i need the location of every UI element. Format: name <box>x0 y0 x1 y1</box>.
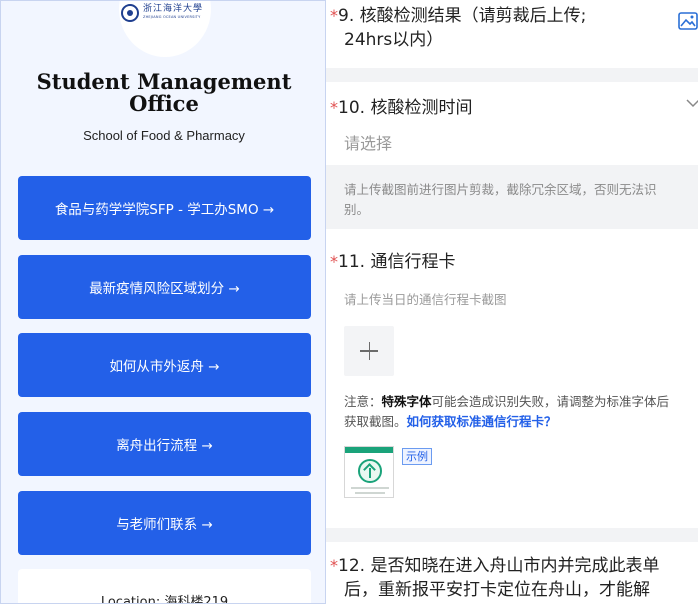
location-card: Location: 海科楼219 <box>18 569 311 604</box>
note-prefix: 注意： <box>344 394 382 409</box>
thumb-line <box>355 492 385 494</box>
section-gap <box>326 528 698 542</box>
risk-areas-button[interactable]: 最新疫情风险区域划分 → <box>18 255 311 319</box>
section-gap <box>326 68 698 82</box>
q9-line2: 24hrs以内） <box>344 30 444 50</box>
crop-hint-line2: 别。 <box>344 202 370 217</box>
title-line-1: Student Management <box>36 69 292 94</box>
note-mid: 可能会造成识别失败，请调整为标准字体后 <box>431 394 670 409</box>
logo-text: 浙江海洋大學 ZHEJIANG OCEAN UNIVERSITY <box>143 4 203 20</box>
question-12-title: *12. 是否知晓在进入舟山市内并完成此表单 后，重新报平安打卡定位在舟山，才能… <box>330 554 659 602</box>
date-select-placeholder[interactable]: 请选择 <box>344 130 392 154</box>
thumb-line <box>351 487 389 489</box>
crop-hint-line1: 请上传截图前进行图片剪裁，截除冗余区域，否则无法识 <box>344 182 657 197</box>
note-bold: 特殊字体 <box>381 394 432 409</box>
form-panel: *9. 核酸检测结果（请剪裁后上传; 24hrs以内） *10. 核酸检测时间 … <box>326 0 698 604</box>
font-note: 注意：特殊字体可能会造成识别失败，请调整为标准字体后 获取截图。如何获取标准通信… <box>344 392 698 432</box>
q12-line2: 后，重新报平安打卡定位在舟山，才能解 <box>344 580 650 600</box>
sfp-smo-button[interactable]: 食品与药学学院SFP - 学工办SMO → <box>18 176 311 240</box>
school-name: School of Food & Pharmacy <box>83 128 245 143</box>
return-to-zhoushan-button[interactable]: 如何从市外返舟 → <box>18 333 311 397</box>
page-title: Student Management Office <box>21 71 307 115</box>
sample-image-thumbnail[interactable] <box>344 446 394 498</box>
leave-zhoushan-process-button[interactable]: 离舟出行流程 → <box>18 412 311 476</box>
q12-line1: 12. 是否知晓在进入舟山市内并完成此表单 <box>338 556 660 576</box>
q11-description: 请上传当日的通信行程卡截图 <box>344 292 507 307</box>
left-panel: 浙江海洋大學 ZHEJIANG OCEAN UNIVERSITY Student… <box>0 0 326 604</box>
required-mark: * <box>330 252 338 271</box>
location-text: Location: 海科楼219 <box>100 595 229 604</box>
title-line-2: Office <box>129 91 199 116</box>
sample-tag[interactable]: 示例 <box>402 448 432 465</box>
question-11-title: *11. 通信行程卡 <box>330 250 455 274</box>
upload-button[interactable] <box>344 326 394 376</box>
required-mark: * <box>330 556 338 575</box>
required-mark: * <box>330 6 338 25</box>
thumb-header-bar <box>345 447 393 453</box>
chevron-down-icon[interactable] <box>686 98 698 108</box>
font-note-line2: 获取截图。如何获取标准通信行程卡？ <box>344 412 698 432</box>
question-9-title: *9. 核酸检测结果（请剪裁后上传; 24hrs以内） <box>330 4 586 52</box>
q11-title-text: 11. 通信行程卡 <box>338 252 456 272</box>
note-line2-start: 获取截图。 <box>344 414 407 429</box>
how-to-get-card-link[interactable]: 如何获取标准通信行程卡？ <box>407 414 557 429</box>
logo-cn: 浙江海洋大學 <box>143 4 204 14</box>
arrow-up-icon <box>358 459 382 483</box>
q9-line1: 9. 核酸检测结果（请剪裁后上传; <box>338 6 587 26</box>
university-seal-icon <box>121 4 139 22</box>
university-logo: 浙江海洋大學 ZHEJIANG OCEAN UNIVERSITY <box>121 4 211 32</box>
image-icon[interactable] <box>678 12 698 30</box>
required-mark: * <box>330 98 338 117</box>
question-10-title: *10. 核酸检测时间 <box>330 96 472 120</box>
logo-en: ZHEJIANG OCEAN UNIVERSITY <box>143 15 201 19</box>
font-note-line1: 注意：特殊字体可能会造成识别失败，请调整为标准字体后 <box>344 392 698 412</box>
q10-title-text: 10. 核酸检测时间 <box>338 98 473 118</box>
contact-teachers-button[interactable]: 与老师们联系 → <box>18 491 311 555</box>
crop-hint: 请上传截图前进行图片剪裁，截除冗余区域，否则无法识 别。 <box>344 180 698 220</box>
